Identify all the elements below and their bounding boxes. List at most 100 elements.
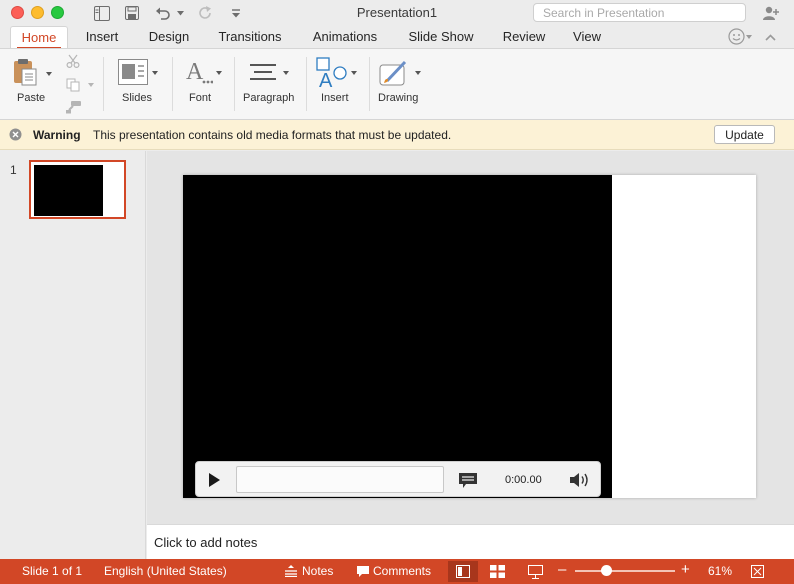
tab-design[interactable]: Design (141, 26, 197, 49)
status-bar: Slide 1 of 1 English (United States) Not… (0, 559, 794, 584)
tab-view[interactable]: View (566, 26, 608, 49)
minimize-window-button[interactable] (31, 6, 44, 19)
dismiss-warning-icon[interactable] (9, 128, 22, 141)
slide-thumbnail[interactable] (29, 160, 126, 219)
insert-label: Insert (321, 92, 349, 104)
normal-view-button[interactable] (448, 561, 478, 582)
font-label: Font (189, 92, 212, 104)
ribbon-divider (234, 57, 235, 111)
smiley-feedback-icon[interactable] (726, 27, 746, 45)
media-scrubber[interactable] (236, 466, 444, 493)
notes-pane[interactable]: Click to add notes (147, 524, 794, 559)
font-icon[interactable]: A (183, 57, 214, 87)
zoom-out-icon[interactable]: – (558, 561, 566, 578)
svg-text:A: A (319, 70, 333, 89)
maximize-window-button[interactable] (51, 6, 64, 19)
zoom-slider[interactable] (575, 570, 675, 572)
normal-view-icon (456, 565, 470, 578)
ribbon-tabs: Home Insert Design Transitions Animation… (0, 26, 794, 49)
media-timecode: 0:00.00 (505, 474, 542, 486)
paragraph-dropdown-icon[interactable] (283, 71, 289, 75)
undo-dropdown-icon[interactable] (176, 4, 184, 22)
paragraph-group: Paragraph (238, 49, 304, 119)
slide-sorter-icon (489, 565, 505, 578)
paragraph-icon[interactable] (250, 63, 278, 83)
insert-group: A Insert (310, 49, 366, 119)
comments-button[interactable]: Comments (373, 564, 431, 578)
notes-toggle-button[interactable]: Notes (302, 564, 333, 578)
slide-thumbnail-pane: 1 (0, 151, 146, 559)
insert-shapes-icon[interactable]: A (316, 57, 348, 92)
ribbon-divider (103, 57, 104, 111)
media-player-controls: 0:00.00 (195, 461, 601, 497)
notes-placeholder: Click to add notes (154, 535, 258, 550)
comments-icon[interactable] (356, 565, 370, 581)
feedback-dropdown-icon[interactable] (746, 35, 752, 39)
undo-icon[interactable] (155, 4, 171, 22)
save-icon[interactable] (124, 4, 140, 22)
presenter-icon (527, 564, 543, 579)
warning-message-bar: Warning This presentation contains old m… (0, 120, 794, 150)
insert-dropdown-icon[interactable] (351, 71, 357, 75)
zoom-level[interactable]: 61% (708, 564, 732, 578)
font-group: A Font (176, 49, 230, 119)
customize-toolbar-icon[interactable] (230, 4, 242, 22)
play-icon[interactable] (205, 471, 223, 489)
paste-dropdown-icon[interactable] (46, 72, 52, 76)
format-painter-icon[interactable] (66, 100, 82, 114)
zoom-slider-thumb[interactable] (601, 565, 612, 576)
volume-icon[interactable] (569, 471, 591, 489)
warning-title: Warning (33, 128, 81, 142)
ribbon-divider (306, 57, 307, 111)
powerpoint-window: Presentation1 Home Insert Design Transit… (0, 0, 794, 584)
ribbon-home: Paste Slides A Font Paragraph A Insert D… (0, 48, 794, 120)
slide-sorter-view-button[interactable] (482, 561, 512, 582)
slides-dropdown-icon[interactable] (152, 71, 158, 75)
slides-group: Slides (110, 49, 168, 119)
paste-button[interactable] (12, 57, 38, 87)
slide-show-view-button[interactable] (520, 561, 550, 582)
ribbon-divider (369, 57, 370, 111)
slides-label: Slides (122, 92, 152, 104)
paragraph-label: Paragraph (243, 92, 295, 104)
sidebar-toggle-icon[interactable] (93, 4, 111, 22)
video-object[interactable] (183, 175, 612, 498)
font-dropdown-icon[interactable] (216, 71, 222, 75)
clipboard-group: Paste (6, 49, 96, 119)
share-user-icon[interactable] (761, 4, 781, 22)
search-box[interactable] (533, 3, 746, 22)
tab-insert[interactable]: Insert (78, 26, 126, 49)
copy-icon[interactable] (66, 78, 82, 92)
drawing-label: Drawing (378, 92, 419, 104)
tab-home[interactable]: Home (10, 26, 68, 49)
language-indicator[interactable]: English (United States) (104, 564, 227, 578)
fit-to-window-icon[interactable] (751, 565, 764, 581)
slide-number: 1 (10, 163, 17, 177)
tab-transitions[interactable]: Transitions (211, 26, 289, 49)
tab-animations[interactable]: Animations (305, 26, 385, 49)
redo-icon[interactable] (198, 4, 214, 22)
update-button[interactable]: Update (714, 125, 775, 144)
title-bar: Presentation1 (0, 0, 794, 26)
tab-slide-show[interactable]: Slide Show (401, 26, 481, 49)
slide-canvas[interactable]: 0:00.00 (183, 175, 756, 498)
captions-icon[interactable] (458, 472, 478, 490)
cut-icon[interactable] (66, 54, 82, 69)
paste-label: Paste (17, 92, 46, 104)
notes-toggle-icon[interactable] (284, 565, 298, 580)
drawing-dropdown-icon[interactable] (415, 71, 421, 75)
slide-editing-area: 0:00.00 (147, 151, 794, 524)
svg-text:A: A (186, 59, 204, 85)
tab-review[interactable]: Review (496, 26, 552, 49)
drawing-tools-icon[interactable] (379, 59, 411, 87)
ribbon-divider (172, 57, 173, 111)
close-window-button[interactable] (11, 6, 24, 19)
warning-message: This presentation contains old media for… (93, 128, 452, 142)
collapse-ribbon-icon[interactable] (763, 28, 777, 46)
search-input[interactable] (543, 5, 733, 20)
zoom-in-icon[interactable]: + (681, 561, 690, 578)
slide-counter: Slide 1 of 1 (22, 564, 83, 578)
drawing-group: Drawing (373, 49, 433, 119)
copy-dropdown-icon[interactable] (88, 83, 94, 87)
new-slide-button[interactable] (118, 59, 148, 85)
